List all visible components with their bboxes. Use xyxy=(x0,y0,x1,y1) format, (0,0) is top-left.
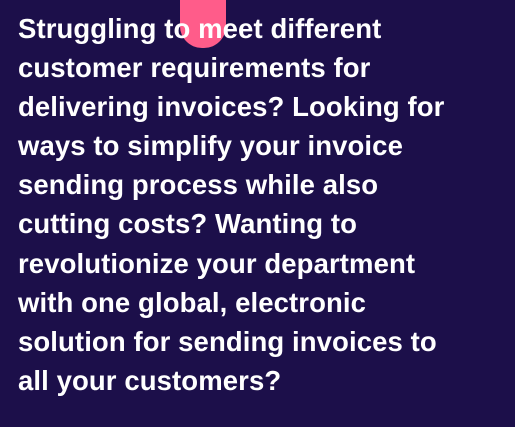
intro-line: revolutionize your department xyxy=(18,247,416,279)
intro-paragraph: Struggling to meet different customer re… xyxy=(18,9,508,400)
intro-line: sending process while also xyxy=(18,169,379,201)
intro-line: cutting costs? Wanting to xyxy=(18,208,358,240)
intro-line: customer requirements for xyxy=(18,52,371,84)
intro-line: with one global, electronic xyxy=(18,286,367,318)
intro-line: Struggling to meet different xyxy=(18,13,382,44)
intro-line: ways to simplify your invoice xyxy=(18,130,403,162)
intro-line: solution for sending invoices to xyxy=(18,325,437,357)
intro-line: delivering invoices? Looking for xyxy=(18,91,445,123)
intro-line: all your customers? xyxy=(18,364,282,396)
